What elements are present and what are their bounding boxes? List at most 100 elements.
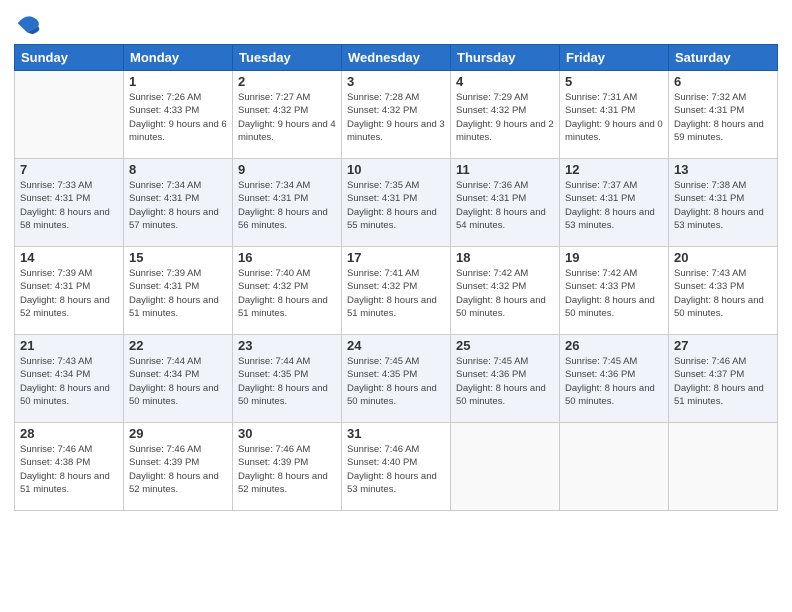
day-info: Sunrise: 7:46 AMSunset: 4:39 PMDaylight:… xyxy=(238,443,336,496)
day-info: Sunrise: 7:44 AMSunset: 4:35 PMDaylight:… xyxy=(238,355,336,408)
day-info: Sunrise: 7:31 AMSunset: 4:31 PMDaylight:… xyxy=(565,91,663,144)
calendar-day-cell: 5 Sunrise: 7:31 AMSunset: 4:31 PMDaylight… xyxy=(560,71,669,159)
calendar-day-cell: 13 Sunrise: 7:38 AMSunset: 4:31 PMDayligh… xyxy=(669,159,778,247)
day-number: 27 xyxy=(674,338,772,353)
calendar-week-row: 14Sunrise: 7:39 AMSunset: 4:31 PMDayligh… xyxy=(15,247,778,335)
day-number: 7 xyxy=(20,162,118,177)
calendar-day-cell xyxy=(15,71,124,159)
calendar-day-cell: 11 Sunrise: 7:36 AMSunset: 4:31 PMDayligh… xyxy=(451,159,560,247)
logo-area xyxy=(14,10,46,38)
day-number: 3 xyxy=(347,74,445,89)
day-info: Sunrise: 7:45 AMSunset: 4:36 PMDaylight:… xyxy=(565,355,663,408)
calendar-day-cell: 21Sunrise: 7:43 AMSunset: 4:34 PMDayligh… xyxy=(15,335,124,423)
calendar-week-row: 28 Sunrise: 7:46 AMSunset: 4:38 PMDayligh… xyxy=(15,423,778,511)
day-info: Sunrise: 7:27 AMSunset: 4:32 PMDaylight:… xyxy=(238,91,336,144)
day-number: 1 xyxy=(129,74,227,89)
calendar-day-cell xyxy=(669,423,778,511)
day-info: Sunrise: 7:35 AMSunset: 4:31 PMDaylight:… xyxy=(347,179,445,232)
calendar-day-cell: 22 Sunrise: 7:44 AMSunset: 4:34 PMDayligh… xyxy=(124,335,233,423)
day-info: Sunrise: 7:33 AMSunset: 4:31 PMDaylight:… xyxy=(20,179,118,232)
calendar-header-row: SundayMondayTuesdayWednesdayThursdayFrid… xyxy=(15,45,778,71)
calendar-day-cell: 2 Sunrise: 7:27 AMSunset: 4:32 PMDaylight… xyxy=(233,71,342,159)
day-number: 14 xyxy=(20,250,118,265)
day-info: Sunrise: 7:42 AMSunset: 4:33 PMDaylight:… xyxy=(565,267,663,320)
calendar-day-cell xyxy=(451,423,560,511)
day-info: Sunrise: 7:41 AMSunset: 4:32 PMDaylight:… xyxy=(347,267,445,320)
calendar-table: SundayMondayTuesdayWednesdayThursdayFrid… xyxy=(14,44,778,511)
day-info: Sunrise: 7:42 AMSunset: 4:32 PMDaylight:… xyxy=(456,267,554,320)
day-number: 29 xyxy=(129,426,227,441)
day-number: 12 xyxy=(565,162,663,177)
day-number: 22 xyxy=(129,338,227,353)
day-number: 30 xyxy=(238,426,336,441)
calendar-day-cell: 23 Sunrise: 7:44 AMSunset: 4:35 PMDayligh… xyxy=(233,335,342,423)
calendar-day-cell: 28 Sunrise: 7:46 AMSunset: 4:38 PMDayligh… xyxy=(15,423,124,511)
calendar-day-cell: 29 Sunrise: 7:46 AMSunset: 4:39 PMDayligh… xyxy=(124,423,233,511)
weekday-header: Thursday xyxy=(451,45,560,71)
calendar-day-cell: 18 Sunrise: 7:42 AMSunset: 4:32 PMDayligh… xyxy=(451,247,560,335)
day-number: 17 xyxy=(347,250,445,265)
day-number: 16 xyxy=(238,250,336,265)
calendar-day-cell: 27 Sunrise: 7:46 AMSunset: 4:37 PMDayligh… xyxy=(669,335,778,423)
calendar-day-cell: 16 Sunrise: 7:40 AMSunset: 4:32 PMDayligh… xyxy=(233,247,342,335)
calendar-day-cell xyxy=(560,423,669,511)
calendar-day-cell: 14Sunrise: 7:39 AMSunset: 4:31 PMDayligh… xyxy=(15,247,124,335)
day-number: 25 xyxy=(456,338,554,353)
day-number: 18 xyxy=(456,250,554,265)
day-info: Sunrise: 7:36 AMSunset: 4:31 PMDaylight:… xyxy=(456,179,554,232)
day-info: Sunrise: 7:40 AMSunset: 4:32 PMDaylight:… xyxy=(238,267,336,320)
day-info: Sunrise: 7:46 AMSunset: 4:40 PMDaylight:… xyxy=(347,443,445,496)
day-number: 19 xyxy=(565,250,663,265)
weekday-header: Monday xyxy=(124,45,233,71)
day-info: Sunrise: 7:34 AMSunset: 4:31 PMDaylight:… xyxy=(238,179,336,232)
day-number: 5 xyxy=(565,74,663,89)
day-info: Sunrise: 7:46 AMSunset: 4:38 PMDaylight:… xyxy=(20,443,118,496)
calendar-day-cell: 25Sunrise: 7:45 AMSunset: 4:36 PMDayligh… xyxy=(451,335,560,423)
day-number: 11 xyxy=(456,162,554,177)
calendar-day-cell: 24Sunrise: 7:45 AMSunset: 4:35 PMDayligh… xyxy=(342,335,451,423)
day-number: 8 xyxy=(129,162,227,177)
calendar-day-cell: 26 Sunrise: 7:45 AMSunset: 4:36 PMDayligh… xyxy=(560,335,669,423)
calendar-week-row: 7 Sunrise: 7:33 AMSunset: 4:31 PMDaylight… xyxy=(15,159,778,247)
calendar-day-cell: 3 Sunrise: 7:28 AMSunset: 4:32 PMDaylight… xyxy=(342,71,451,159)
day-info: Sunrise: 7:28 AMSunset: 4:32 PMDaylight:… xyxy=(347,91,445,144)
day-number: 10 xyxy=(347,162,445,177)
day-number: 20 xyxy=(674,250,772,265)
day-number: 31 xyxy=(347,426,445,441)
calendar-day-cell: 4Sunrise: 7:29 AMSunset: 4:32 PMDaylight… xyxy=(451,71,560,159)
weekday-header: Friday xyxy=(560,45,669,71)
day-info: Sunrise: 7:43 AMSunset: 4:33 PMDaylight:… xyxy=(674,267,772,320)
weekday-header: Sunday xyxy=(15,45,124,71)
day-info: Sunrise: 7:46 AMSunset: 4:39 PMDaylight:… xyxy=(129,443,227,496)
day-number: 23 xyxy=(238,338,336,353)
weekday-header: Wednesday xyxy=(342,45,451,71)
calendar-day-cell: 7 Sunrise: 7:33 AMSunset: 4:31 PMDaylight… xyxy=(15,159,124,247)
calendar-day-cell: 10 Sunrise: 7:35 AMSunset: 4:31 PMDayligh… xyxy=(342,159,451,247)
day-number: 24 xyxy=(347,338,445,353)
day-number: 15 xyxy=(129,250,227,265)
header xyxy=(14,10,778,38)
day-number: 13 xyxy=(674,162,772,177)
day-number: 6 xyxy=(674,74,772,89)
calendar-day-cell: 15Sunrise: 7:39 AMSunset: 4:31 PMDayligh… xyxy=(124,247,233,335)
calendar-day-cell: 1 Sunrise: 7:26 AMSunset: 4:33 PMDaylight… xyxy=(124,71,233,159)
day-number: 26 xyxy=(565,338,663,353)
calendar-week-row: 21Sunrise: 7:43 AMSunset: 4:34 PMDayligh… xyxy=(15,335,778,423)
day-number: 21 xyxy=(20,338,118,353)
day-number: 9 xyxy=(238,162,336,177)
day-number: 28 xyxy=(20,426,118,441)
day-info: Sunrise: 7:26 AMSunset: 4:33 PMDaylight:… xyxy=(129,91,227,144)
day-info: Sunrise: 7:44 AMSunset: 4:34 PMDaylight:… xyxy=(129,355,227,408)
day-number: 2 xyxy=(238,74,336,89)
calendar-day-cell: 8Sunrise: 7:34 AMSunset: 4:31 PMDaylight… xyxy=(124,159,233,247)
calendar-day-cell: 12Sunrise: 7:37 AMSunset: 4:31 PMDayligh… xyxy=(560,159,669,247)
calendar-day-cell: 17 Sunrise: 7:41 AMSunset: 4:32 PMDayligh… xyxy=(342,247,451,335)
weekday-header: Tuesday xyxy=(233,45,342,71)
day-info: Sunrise: 7:46 AMSunset: 4:37 PMDaylight:… xyxy=(674,355,772,408)
calendar-day-cell: 20 Sunrise: 7:43 AMSunset: 4:33 PMDayligh… xyxy=(669,247,778,335)
weekday-header: Saturday xyxy=(669,45,778,71)
day-info: Sunrise: 7:32 AMSunset: 4:31 PMDaylight:… xyxy=(674,91,772,144)
calendar-day-cell: 31 Sunrise: 7:46 AMSunset: 4:40 PMDayligh… xyxy=(342,423,451,511)
calendar-day-cell: 19 Sunrise: 7:42 AMSunset: 4:33 PMDayligh… xyxy=(560,247,669,335)
day-info: Sunrise: 7:38 AMSunset: 4:31 PMDaylight:… xyxy=(674,179,772,232)
